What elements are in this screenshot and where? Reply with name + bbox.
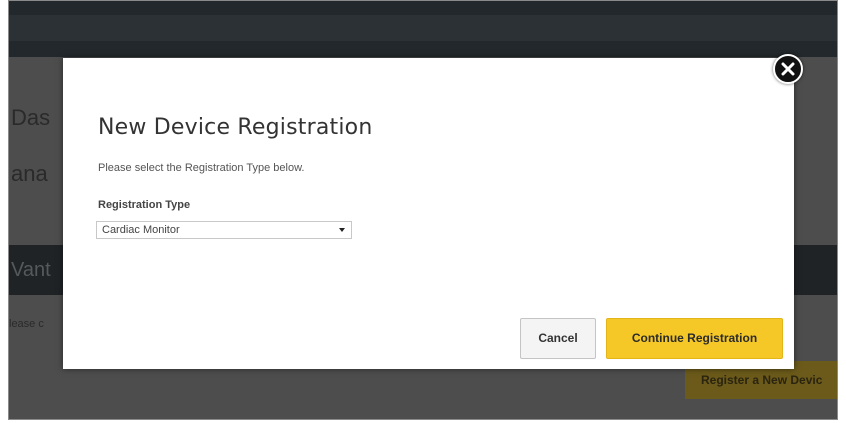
app-frame: Das ana Vant lease c Register a New Devi…: [8, 0, 838, 420]
background-body-text: lease c: [9, 318, 44, 330]
background-heading-fragment: Das: [11, 105, 51, 130]
topbar-stripe: [9, 15, 837, 41]
background-topbar: [9, 1, 837, 57]
background-section-bar-text: Vant: [11, 259, 51, 281]
background-subheading-fragment: ana: [11, 161, 48, 186]
new-device-registration-modal: New Device Registration Please select th…: [63, 58, 794, 369]
modal-title: New Device Registration: [98, 115, 373, 140]
modal-description: Please select the Registration Type belo…: [98, 162, 305, 174]
dropdown-arrow-icon: [339, 228, 345, 232]
cancel-button[interactable]: Cancel: [520, 318, 596, 359]
close-icon[interactable]: [773, 54, 803, 84]
continue-registration-button[interactable]: Continue Registration: [606, 318, 783, 359]
registration-type-select[interactable]: Cardiac Monitor: [96, 221, 352, 239]
close-x-glyph: [781, 62, 795, 76]
registration-type-label: Registration Type: [98, 199, 191, 211]
registration-type-value: Cardiac Monitor: [102, 224, 180, 236]
